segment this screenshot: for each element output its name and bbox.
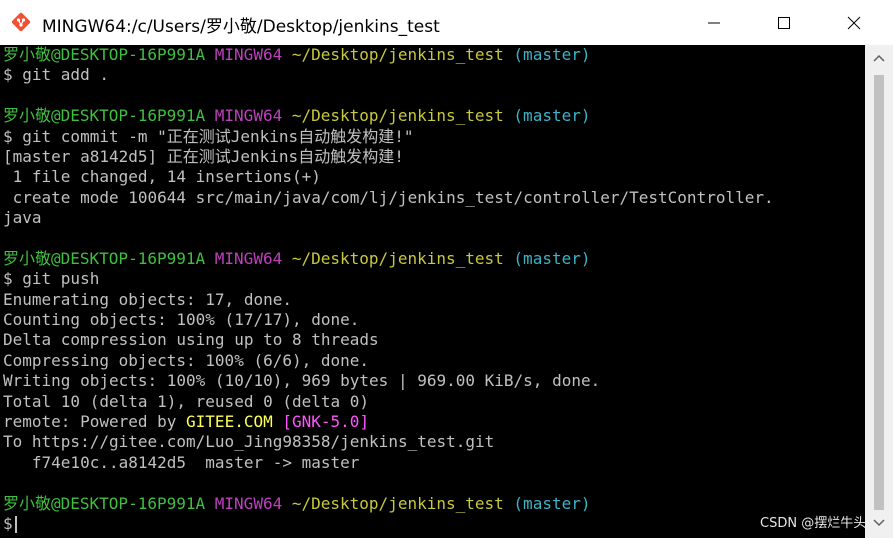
- prompt-symbol: $: [3, 513, 13, 533]
- scrollbar-thumb[interactable]: [874, 75, 884, 510]
- command-git-push: $ git push: [3, 269, 100, 289]
- text-cursor: [14, 515, 17, 533]
- output-line: Compressing objects: 100% (6/6), done.: [3, 350, 370, 370]
- prompt-line: 罗小敬@DESKTOP-16P991A MINGW64 ~/Desktop/je…: [3, 249, 774, 269]
- output-line: Counting objects: 100% (17/17), done.: [3, 310, 360, 330]
- prompt-user-host: 罗小敬@DESKTOP-16P991A: [3, 45, 206, 64]
- prompt-user-host: 罗小敬@DESKTOP-16P991A: [3, 493, 206, 513]
- window-title: MINGW64:/c/Users/罗小敬/Desktop/jenkins_tes…: [42, 17, 440, 37]
- output-line: Delta compression using up to 8 threads: [3, 330, 379, 350]
- command-git-commit: $ git commit -m "正在测试Jenkins自动触发构建!": [3, 126, 414, 146]
- prompt-line: 罗小敬@DESKTOP-16P991A MINGW64 ~/Desktop/je…: [3, 106, 774, 126]
- git-icon: [11, 12, 31, 32]
- prompt-msystem: MINGW64: [214, 493, 283, 513]
- output-line: f74e10c..a8142d5 master -> master: [3, 452, 360, 472]
- gnk-label: [GNK-5.0]: [282, 412, 370, 432]
- close-button[interactable]: [830, 0, 877, 45]
- output-line: Total 10 (delta 1), reused 0 (delta 0): [3, 391, 370, 411]
- prompt-path: ~/Desktop/jenkins_test: [291, 106, 504, 126]
- prompt-msystem: MINGW64: [214, 248, 283, 268]
- remote-prefix: remote: Powered by: [3, 412, 187, 432]
- output-line-remote: remote: Powered by GITEE.COM [GNK-5.0]: [3, 412, 774, 432]
- close-icon: [847, 16, 860, 29]
- command-git-add: $ git add .: [3, 65, 109, 85]
- terminal-area[interactable]: 罗小敬@DESKTOP-16P991A MINGW64 ~/Desktop/je…: [0, 45, 865, 538]
- prompt-branch: (master): [513, 493, 591, 513]
- output-line: 1 file changed, 14 insertions(+): [3, 167, 321, 187]
- output-line: [master a8142d5] 正在测试Jenkins自动触发构建!: [3, 146, 404, 166]
- input-line[interactable]: $: [3, 514, 774, 534]
- prompt-line: 罗小敬@DESKTOP-16P991A MINGW64 ~/Desktop/je…: [3, 494, 774, 514]
- prompt-msystem: MINGW64: [214, 106, 283, 126]
- title-bar[interactable]: MINGW64:/c/Users/罗小敬/Desktop/jenkins_tes…: [0, 0, 893, 45]
- prompt-user-host: 罗小敬@DESKTOP-16P991A: [3, 248, 206, 268]
- prompt-branch: (master): [513, 45, 591, 64]
- terminal-output: 罗小敬@DESKTOP-16P991A MINGW64 ~/Desktop/je…: [3, 45, 774, 534]
- output-line: Enumerating objects: 17, done.: [3, 289, 292, 309]
- output-line: Writing objects: 100% (10/10), 969 bytes…: [3, 371, 601, 391]
- prompt-msystem: MINGW64: [214, 45, 283, 64]
- prompt-branch: (master): [513, 106, 591, 126]
- gitee-label: GITEE.COM: [186, 412, 273, 432]
- prompt-path: ~/Desktop/jenkins_test: [291, 45, 504, 64]
- maximize-icon: [777, 16, 790, 29]
- minimize-icon: [707, 22, 720, 23]
- scroll-up-icon[interactable]: [873, 53, 885, 63]
- prompt-branch: (master): [513, 248, 591, 268]
- prompt-path: ~/Desktop/jenkins_test: [291, 493, 504, 513]
- watermark: CSDN @摆烂牛头: [760, 516, 867, 531]
- output-line: To https://gitee.com/Luo_Jing98358/jenki…: [3, 432, 495, 452]
- prompt-user-host: 罗小敬@DESKTOP-16P991A: [3, 106, 206, 126]
- minimize-button[interactable]: [690, 0, 737, 45]
- scroll-down-icon[interactable]: [873, 518, 885, 528]
- prompt-line: 罗小敬@DESKTOP-16P991A MINGW64 ~/Desktop/je…: [3, 45, 774, 65]
- output-line: java: [3, 208, 42, 228]
- output-line: create mode 100644 src/main/java/com/lj/…: [3, 187, 774, 207]
- prompt-path: ~/Desktop/jenkins_test: [291, 248, 504, 268]
- vertical-scrollbar[interactable]: [865, 45, 893, 538]
- remote-space: [273, 412, 283, 431]
- maximize-button[interactable]: [760, 0, 807, 45]
